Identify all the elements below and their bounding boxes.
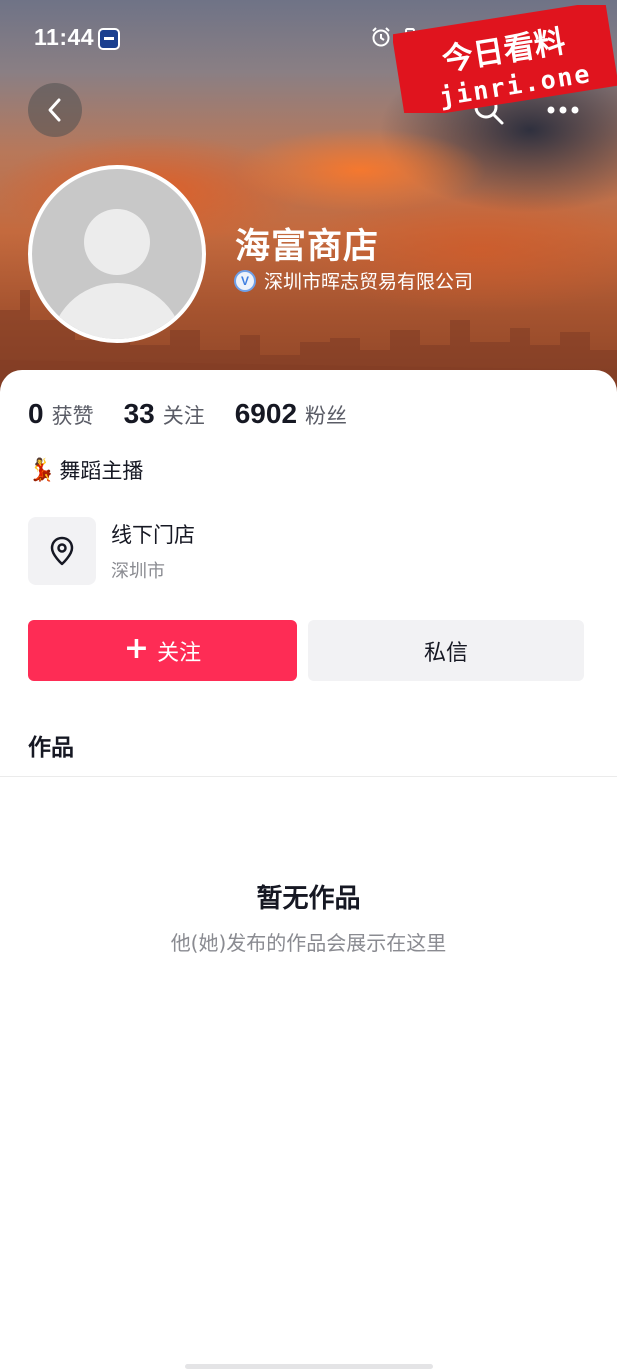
empty-state-title: 暂无作品 bbox=[256, 884, 361, 914]
stat-following-value: 33 bbox=[123, 398, 155, 429]
tab-works[interactable]: 作品 bbox=[28, 728, 74, 762]
stat-followers-label: 粉丝 bbox=[305, 404, 348, 428]
message-button-label: 私信 bbox=[423, 640, 468, 666]
stat-likes-value: 0 bbox=[28, 398, 44, 429]
empty-state-subtitle: 他(她)发布的作品会展示在这里 bbox=[170, 931, 447, 955]
tab-divider bbox=[0, 776, 617, 777]
dancer-emoji-icon: 💃 bbox=[28, 457, 56, 483]
home-indicator[interactable] bbox=[185, 1364, 433, 1369]
profile-banner: 11:44 今日看料 jinri.one 海富商店 V 深圳市晖志贸易有限公司 bbox=[0, 0, 617, 400]
watermark-logo: 今日看料 jinri.one bbox=[393, 5, 617, 113]
follow-button[interactable]: + 关注 bbox=[28, 620, 297, 681]
notification-app-icon bbox=[98, 28, 120, 50]
stat-following-label: 关注 bbox=[162, 404, 205, 428]
verified-company: 深圳市晖志贸易有限公司 bbox=[264, 271, 474, 293]
stat-followers[interactable]: 6902 粉丝 bbox=[235, 398, 347, 430]
location-title: 线下门店 bbox=[111, 523, 195, 547]
stat-following[interactable]: 33 关注 bbox=[124, 398, 205, 430]
alarm-icon bbox=[372, 27, 390, 47]
stats-row: 0 获赞 33 关注 6902 粉丝 bbox=[28, 398, 377, 430]
message-button[interactable]: 私信 bbox=[308, 620, 584, 681]
status-time: 11:44 bbox=[34, 24, 95, 50]
profile-name: 海富商店 bbox=[235, 227, 380, 267]
profile-content: 0 获赞 33 关注 6902 粉丝 💃 舞蹈主播 线下门店 深圳市 + 关注 bbox=[0, 370, 617, 1371]
plus-icon: + bbox=[123, 631, 150, 666]
location-subtitle: 深圳市 bbox=[111, 561, 165, 582]
back-button[interactable] bbox=[28, 83, 82, 137]
follow-button-label: 关注 bbox=[157, 640, 202, 666]
stat-likes-label: 获赞 bbox=[51, 404, 94, 428]
avatar[interactable] bbox=[28, 165, 206, 343]
verification-row[interactable]: V 深圳市晖志贸易有限公司 bbox=[234, 267, 473, 294]
bio: 💃 舞蹈主播 bbox=[28, 455, 143, 485]
chevron-left-icon bbox=[48, 98, 61, 122]
store-location-card[interactable]: 线下门店 深圳市 bbox=[28, 517, 195, 585]
location-pin-icon bbox=[50, 536, 74, 566]
stat-followers-value: 6902 bbox=[234, 398, 298, 429]
avatar-body-shape bbox=[50, 283, 184, 339]
avatar-head-shape bbox=[84, 209, 150, 275]
stat-likes[interactable]: 0 获赞 bbox=[28, 398, 94, 430]
location-icon-box bbox=[28, 517, 96, 585]
verified-badge-icon: V bbox=[234, 269, 256, 292]
bio-text: 舞蹈主播 bbox=[59, 459, 144, 483]
